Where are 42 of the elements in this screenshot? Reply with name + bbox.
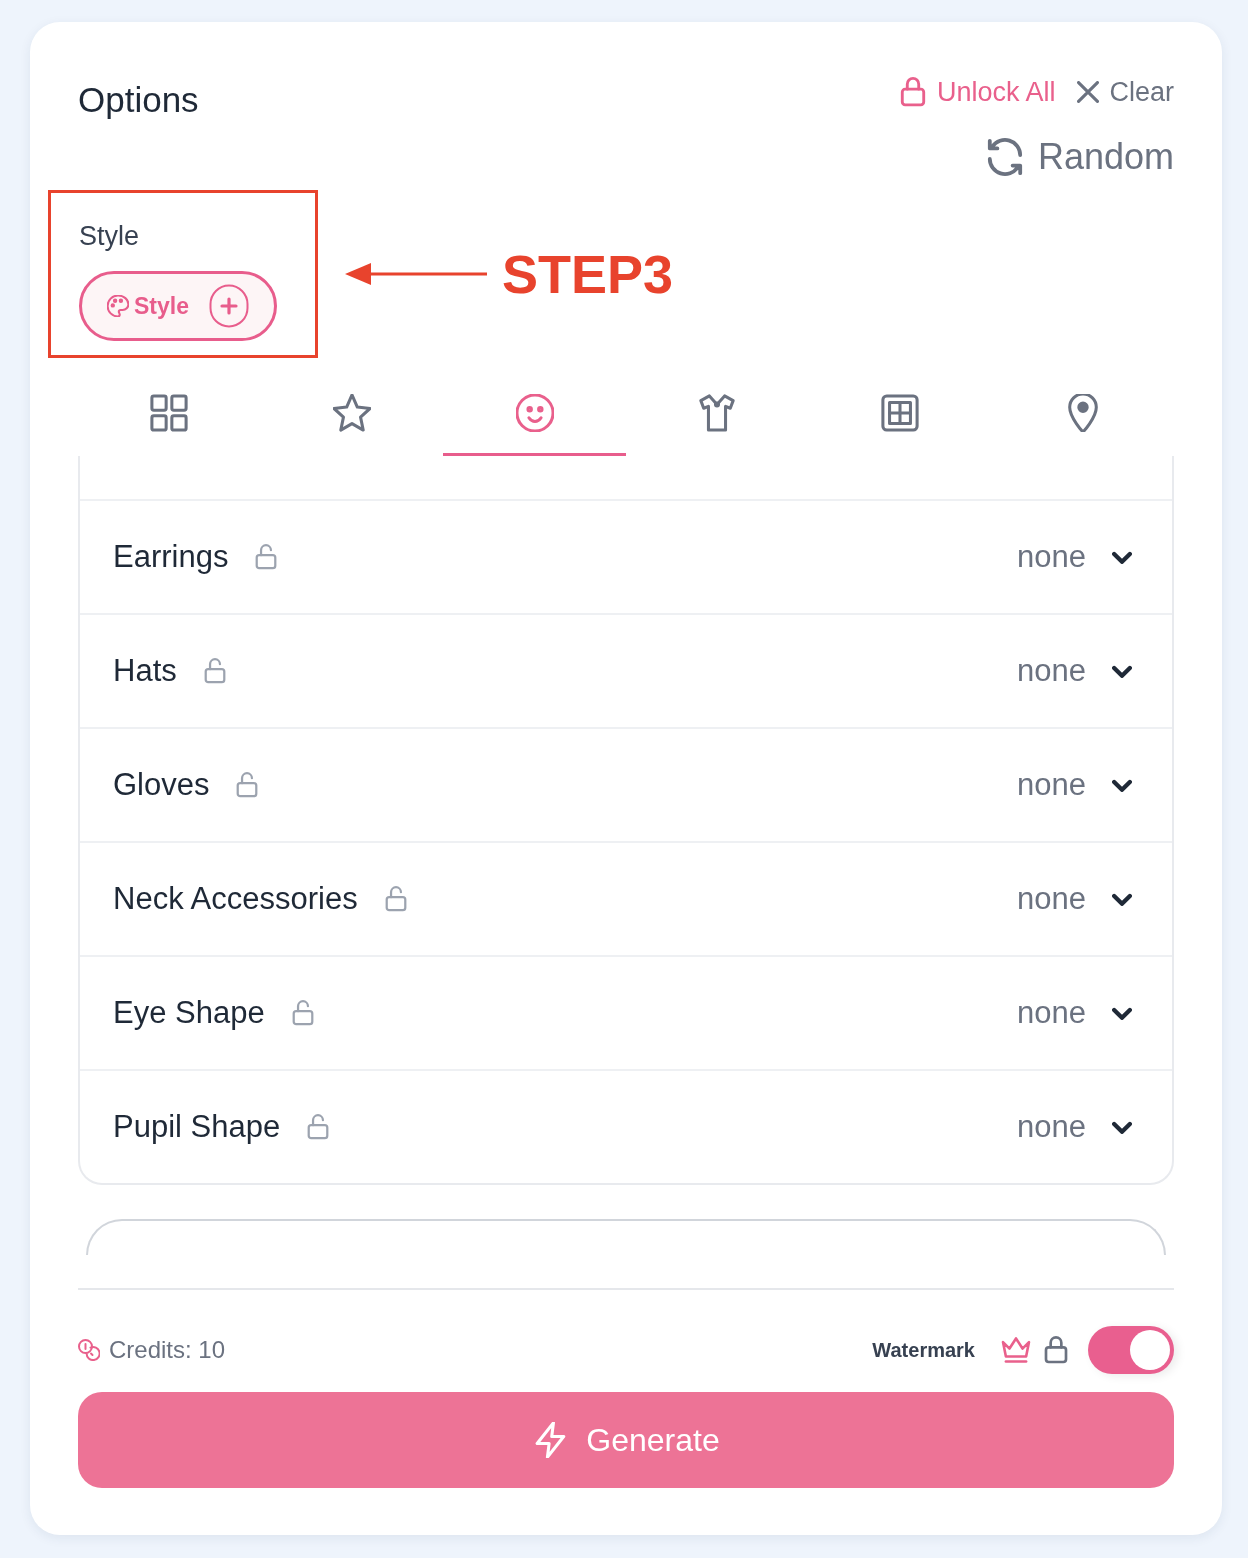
clear-button[interactable]: Clear (1077, 75, 1174, 109)
close-icon (1077, 81, 1100, 103)
grid-icon (150, 394, 189, 432)
chevron-down-icon (1112, 1120, 1132, 1134)
credits-label: Credits: 10 (109, 1335, 226, 1365)
shirt-icon (698, 394, 737, 432)
option-label: Gloves (113, 766, 210, 804)
palette-icon (107, 295, 129, 317)
chevron-down-icon (1112, 550, 1132, 564)
padlock-icon (898, 77, 927, 107)
section-label: Style (79, 220, 140, 253)
option-label: Eye Shape (113, 994, 265, 1032)
unlock-all-button[interactable]: Unlock All (898, 75, 1056, 109)
chevron-down-icon (1112, 664, 1132, 678)
option-dropdown[interactable]: none (1017, 1107, 1132, 1147)
smiley-icon (515, 394, 554, 432)
coins-icon (78, 1339, 100, 1361)
panel-title: Options (78, 79, 199, 121)
window-grid-icon (881, 394, 919, 432)
chevron-down-icon (1112, 778, 1132, 792)
padlock-icon (1043, 1336, 1069, 1364)
option-dropdown[interactable]: none (1017, 651, 1132, 691)
option-label: Earrings (113, 538, 229, 576)
input-field[interactable] (86, 1219, 1166, 1255)
watermark-label: Watermark (872, 1338, 975, 1363)
random-button[interactable]: Random (985, 133, 1174, 181)
option-label: Pupil Shape (113, 1108, 281, 1146)
crown-icon (1001, 1337, 1031, 1363)
chevron-down-icon (1112, 1006, 1132, 1020)
option-dropdown[interactable]: none (1017, 537, 1132, 577)
generate-button[interactable]: Generate (78, 1392, 1174, 1488)
chevron-down-icon (1112, 892, 1132, 906)
style-button[interactable]: Style (79, 271, 277, 341)
star-icon (333, 394, 371, 432)
refresh-icon (985, 138, 1024, 176)
option-dropdown[interactable]: none (1017, 993, 1132, 1033)
option-label: Hats (113, 652, 177, 690)
watermark-toggle[interactable] (1088, 1326, 1174, 1374)
annotation-label: STEP3 (502, 244, 674, 304)
option-label: Neck Accessories (113, 880, 358, 918)
option-dropdown[interactable]: none (1017, 879, 1132, 919)
option-dropdown[interactable]: none (1017, 765, 1132, 805)
